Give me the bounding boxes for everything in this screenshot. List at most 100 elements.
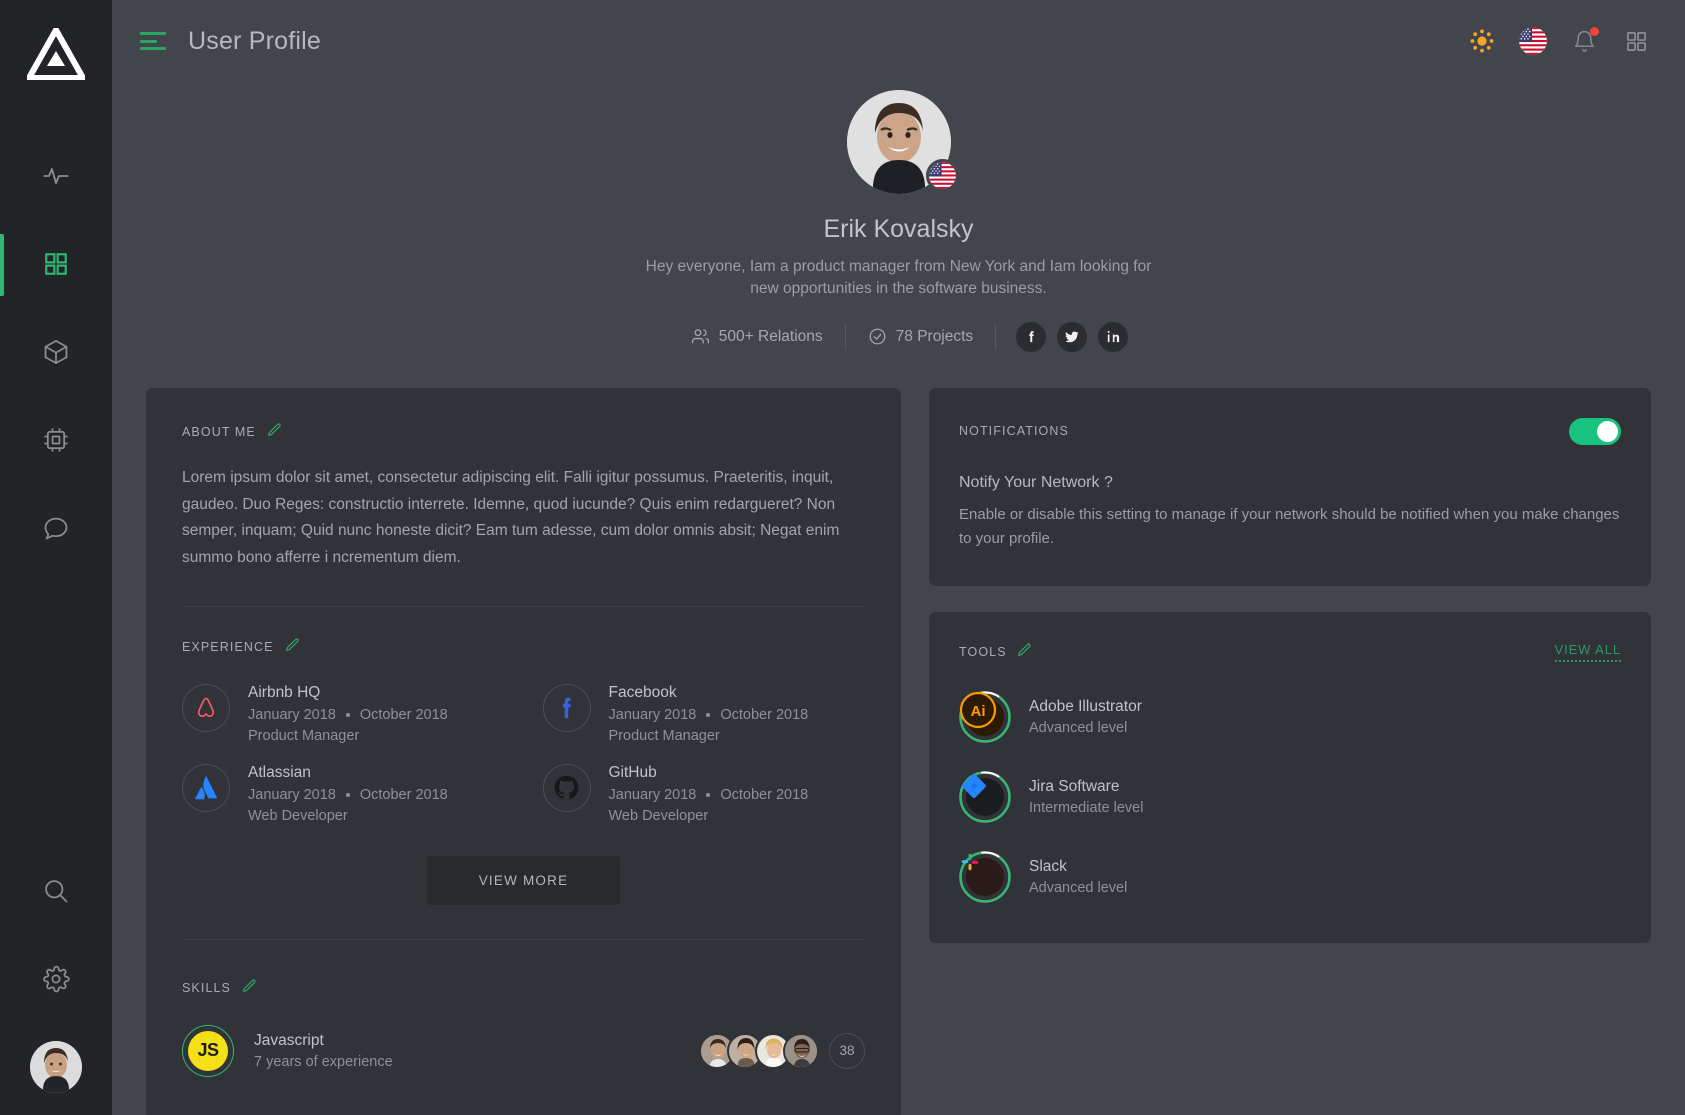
experience-start: January 2018 (608, 706, 697, 723)
activity-icon (43, 168, 69, 184)
experience-role: Product Manager (608, 727, 720, 744)
tool-name: Adobe Illustrator (1029, 697, 1142, 715)
pencil-icon[interactable] (241, 978, 257, 999)
us-flag-icon (1519, 27, 1547, 55)
sidebar-item-messages[interactable] (0, 484, 112, 572)
twitter-link[interactable] (1057, 321, 1088, 352)
skill-endorsers-count[interactable]: 38 (829, 1032, 865, 1069)
notifications-toggle[interactable] (1569, 417, 1621, 445)
date-separator-dot (706, 712, 711, 717)
hamburger-icon[interactable] (140, 32, 166, 50)
tool-item[interactable]: Ai Adobe Illustrator Advanced level (959, 690, 1621, 743)
brightness-toggle[interactable] (1467, 26, 1497, 56)
chat-icon (44, 517, 68, 540)
about-text: Lorem ipsum dolor sit amet, consectetur … (182, 468, 840, 566)
notification-badge (1590, 27, 1599, 36)
sidebar-item-devices[interactable] (0, 396, 112, 484)
skill-meta: Javascript 7 years of experience (254, 1032, 393, 1070)
page-title: User Profile (188, 26, 321, 55)
view-more-button[interactable]: VIEW MORE (426, 855, 621, 905)
twitter-icon (1065, 331, 1079, 343)
pencil-icon[interactable] (284, 637, 300, 658)
experience-dates: January 2018 October 2018 (248, 787, 448, 803)
skill-logo-text: JS (188, 1030, 228, 1071)
sidebar-item-packages[interactable] (0, 308, 112, 396)
toggle-knob (1597, 420, 1618, 442)
experience-end: October 2018 (359, 706, 448, 723)
experience-dates: January 2018 October 2018 (609, 707, 809, 723)
sidebar-item-activity[interactable] (0, 132, 112, 220)
profile-stats: 500+ Relations 78 Projects (112, 321, 1685, 352)
linkedin-link[interactable] (1098, 321, 1129, 352)
experience-role: Product Manager (248, 727, 360, 744)
tool-meta: Adobe Illustrator Advanced level (1029, 698, 1142, 736)
tools-view-all-link[interactable]: VIEW ALL (1554, 642, 1621, 663)
profile-country-flag (925, 159, 959, 192)
pencil-icon[interactable] (1016, 642, 1032, 663)
experience-company: Facebook (608, 683, 677, 701)
tool-progress-ring (959, 850, 1011, 903)
pencil-icon[interactable] (266, 422, 282, 443)
experience-role: Web Developer (248, 807, 348, 824)
experience-item[interactable]: Airbnb HQ January 2018 October 2018 Prod… (182, 683, 505, 744)
tools-title: TOOLS (959, 645, 1007, 660)
experience-role: Web Developer (608, 807, 709, 824)
experience-start: January 2018 (608, 786, 697, 803)
tools-card: TOOLS VIEW ALL Ai Adobe Illustrator Adva… (929, 611, 1651, 943)
stat-projects-label: 78 Projects (895, 327, 974, 345)
facebook-link[interactable] (1016, 321, 1047, 352)
experience-company: Atlassian (248, 763, 311, 781)
experience-dates: January 2018 October 2018 (609, 787, 809, 803)
tool-meta: Slack Advanced level (1029, 858, 1127, 896)
experience-item[interactable]: GitHub January 2018 October 2018 Web Dev… (542, 763, 866, 824)
sidebar (0, 0, 112, 1115)
notifications-button[interactable] (1569, 26, 1599, 56)
avatar[interactable] (783, 1032, 819, 1069)
atlassian-icon (182, 763, 230, 812)
experience-item[interactable]: Atlassian January 2018 October 2018 Web … (182, 763, 505, 824)
profile-avatar-wrap (846, 90, 959, 194)
sidebar-item-settings[interactable] (0, 935, 112, 1023)
tool-level: Advanced level (1029, 879, 1128, 896)
experience-company: Airbnb HQ (248, 683, 321, 701)
language-selector[interactable] (1519, 27, 1547, 55)
experience-item[interactable]: Facebook January 2018 October 2018 Produ… (542, 683, 866, 744)
experience-start: January 2018 (248, 706, 336, 723)
topbar-actions (1467, 26, 1651, 56)
experience-end: October 2018 (359, 786, 448, 803)
check-circle-icon (869, 329, 886, 345)
users-icon (691, 329, 709, 344)
skills-title: SKILLS (182, 981, 231, 996)
experience-start: January 2018 (248, 786, 336, 803)
tool-progress-ring (959, 770, 1011, 823)
sidebar-nav-bottom (0, 847, 112, 1115)
date-separator-dot (706, 792, 711, 797)
sidebar-item-search[interactable] (0, 847, 112, 935)
grid-icon (45, 253, 67, 275)
experience-company: GitHub (608, 763, 657, 781)
triangle-logo[interactable] (26, 26, 86, 82)
right-column: NOTIFICATIONS Notify Your Network ? Enab… (929, 387, 1651, 943)
tool-item[interactable]: Slack Advanced level (959, 850, 1621, 903)
topbar: User Profile (112, 0, 1685, 82)
sidebar-item-dashboard[interactable] (0, 220, 112, 308)
notifications-description: Enable or disable this setting to manage… (959, 505, 1620, 548)
stat-projects[interactable]: 78 Projects (846, 327, 996, 346)
js-icon: JS (182, 1024, 234, 1077)
date-separator-dot (345, 712, 350, 717)
sidebar-user-avatar[interactable] (30, 1041, 82, 1093)
cpu-icon (44, 428, 68, 452)
skills-section-header: SKILLS (182, 978, 865, 999)
experience-item-body: GitHub January 2018 October 2018 Web Dev… (609, 764, 809, 824)
apps-menu-button[interactable] (1621, 26, 1651, 56)
social-links (1016, 321, 1129, 352)
tools-header: TOOLS VIEW ALL (959, 642, 1621, 663)
facebook-icon (542, 683, 591, 732)
tool-item[interactable]: Jira Software Intermediate level (959, 770, 1621, 823)
stat-relations[interactable]: 500+ Relations (669, 327, 845, 346)
date-separator-dot (345, 792, 350, 797)
notifications-header: NOTIFICATIONS (959, 417, 1621, 445)
experience-item-body: Atlassian January 2018 October 2018 Web … (248, 764, 448, 824)
divider-about-experience (182, 605, 865, 607)
tool-name: Slack (1029, 857, 1067, 875)
